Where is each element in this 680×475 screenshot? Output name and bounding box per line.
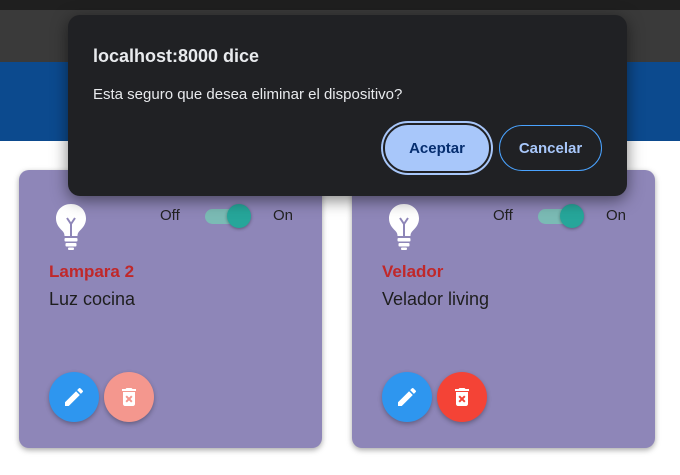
delete-button[interactable] — [104, 372, 154, 422]
pencil-icon — [398, 387, 417, 406]
device-card: Off On Velador Velador living — [352, 170, 655, 448]
toggle-off-label: Off — [493, 207, 513, 224]
device-description: Luz cocina — [49, 289, 136, 309]
delete-button[interactable] — [437, 372, 487, 422]
toggle-on-label: On — [273, 207, 294, 224]
toggle-on-label: On — [606, 207, 627, 224]
edit-button[interactable] — [382, 372, 432, 422]
power-toggle[interactable] — [205, 204, 253, 228]
dialog-message: Esta seguro que desea eliminar el dispos… — [93, 86, 403, 103]
toggle-off-label: Off — [160, 207, 180, 224]
pencil-icon — [65, 387, 84, 406]
trash-icon — [455, 388, 469, 406]
device-card: Off On Lampara 2 Luz cocina — [19, 170, 322, 448]
accept-button[interactable]: Aceptar — [383, 123, 491, 173]
browser-tab-strip — [0, 0, 680, 10]
cancel-button[interactable]: Cancelar — [499, 125, 602, 171]
dialog-title: localhost:8000 dice — [93, 46, 260, 66]
device-name: Velador — [382, 262, 444, 281]
power-toggle[interactable] — [538, 204, 586, 228]
device-description: Velador living — [382, 289, 490, 309]
trash-icon — [122, 388, 136, 406]
device-name: Lampara 2 — [49, 262, 135, 281]
toggle-knob[interactable] — [560, 204, 584, 228]
confirm-dialog: localhost:8000 dice Esta seguro que dese… — [68, 15, 627, 196]
lightbulb-icon — [53, 202, 89, 250]
toggle-knob[interactable] — [227, 204, 251, 228]
lightbulb-icon — [386, 202, 422, 250]
edit-button[interactable] — [49, 372, 99, 422]
